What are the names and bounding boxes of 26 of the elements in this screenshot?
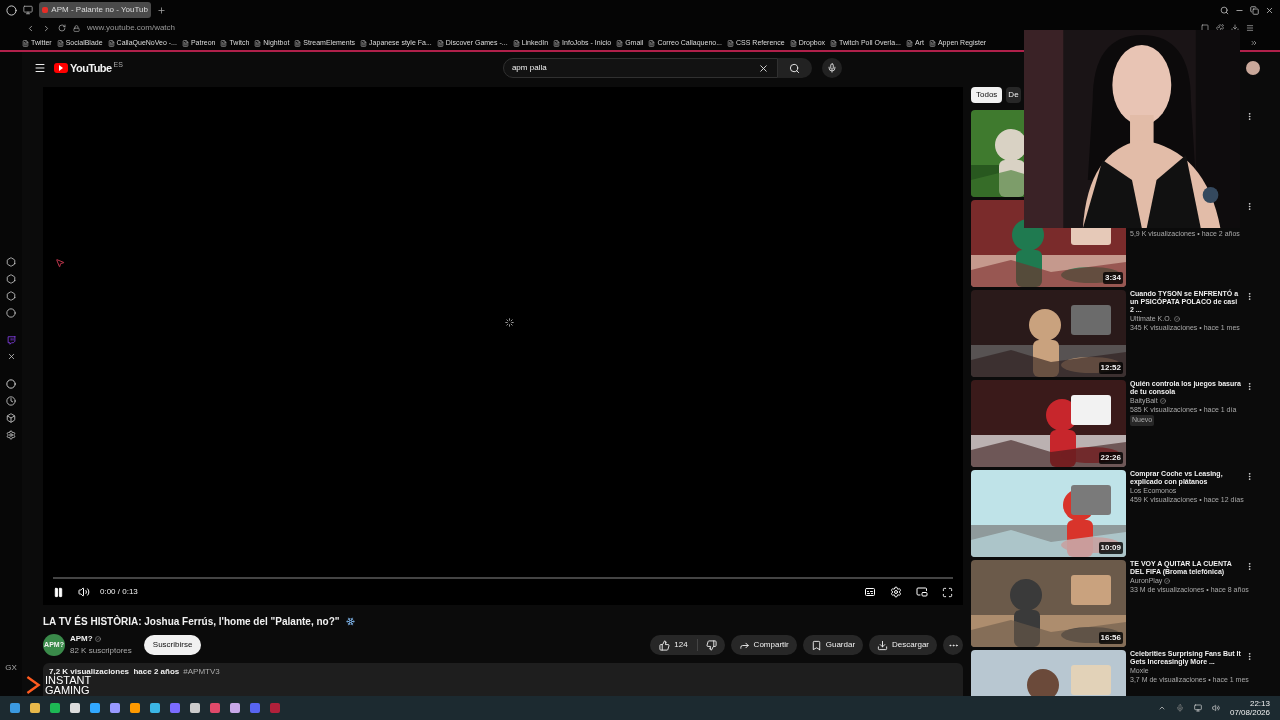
channel-name[interactable]: APM? xyxy=(70,633,93,645)
filter-chip[interactable]: De xyxy=(1006,87,1021,103)
browser-tab[interactable]: APM - Palante no - YouTub xyxy=(39,2,151,18)
time-display: 0:00 / 0:13 xyxy=(100,586,138,598)
filter-chip[interactable]: Todos xyxy=(971,87,1003,103)
logo-wordmark: YouTube xyxy=(70,60,112,76)
duration-label: 10:09 xyxy=(1098,542,1123,554)
action-button[interactable]: Compartir xyxy=(730,635,797,655)
subscribe-button[interactable]: Suscribirse xyxy=(143,635,202,655)
duration-label: 12:52 xyxy=(1098,362,1123,374)
sidebar-label: GX xyxy=(5,662,17,674)
clock[interactable]: 22:13 07/08/2026 xyxy=(1229,699,1270,717)
video-player[interactable]: 0:00 / 0:13 xyxy=(43,87,963,605)
sponsor-wordmark: INSTANT GAMING xyxy=(45,675,93,695)
search-field[interactable]: apm palla xyxy=(502,58,778,78)
subscriber-count: 82 K suscriptores xyxy=(70,645,132,657)
view-stats: 7,2 K visualizaciones hace 2 años xyxy=(49,667,180,676)
like-button[interactable]: 124 xyxy=(650,639,698,651)
duration-label: 16:56 xyxy=(1098,632,1123,644)
action-button[interactable]: Descargar xyxy=(869,635,937,655)
action-button[interactable]: Guardar xyxy=(802,635,864,655)
address-field[interactable]: www.youtube.com/watch xyxy=(87,22,176,34)
hashtag-link[interactable]: #APMTV3 xyxy=(183,667,220,676)
duration-label: 22:26 xyxy=(1098,452,1123,464)
duration-label: 3:34 xyxy=(1103,272,1123,284)
video-title: LA TV ÉS HISTÒRIA: Joshua Ferrús, l'home del "Palante, no?" xyxy=(43,614,340,629)
